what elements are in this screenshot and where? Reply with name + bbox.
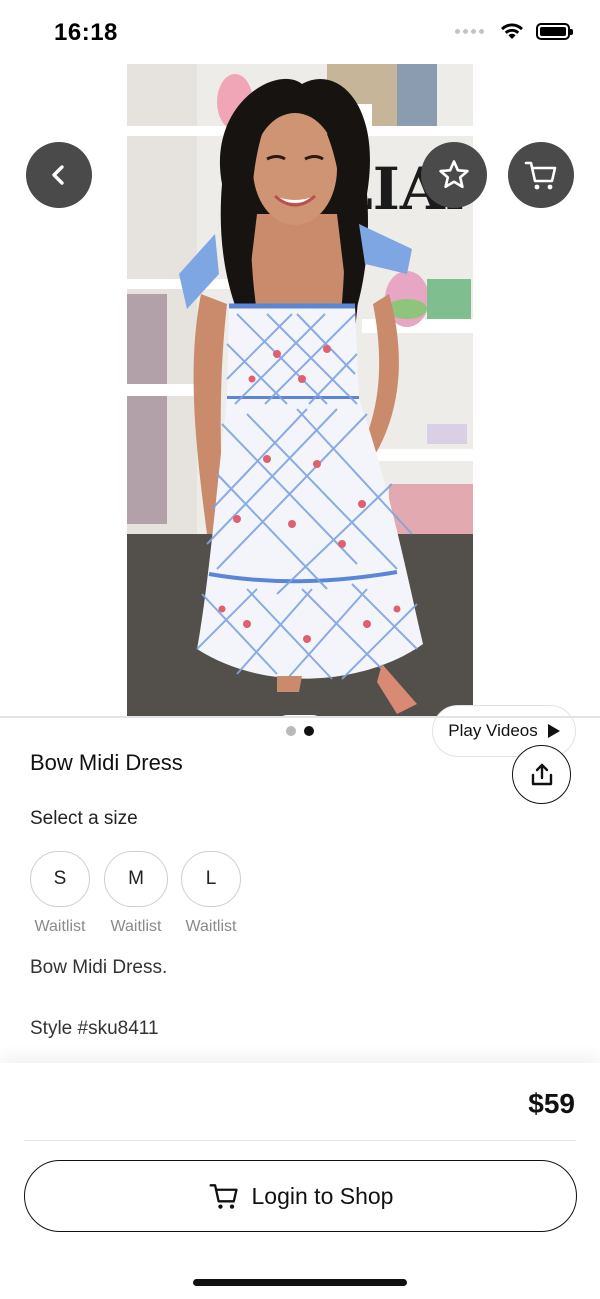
star-icon (439, 160, 469, 189)
chevron-left-icon (52, 165, 64, 185)
battery-icon (536, 22, 573, 40)
size-option-l: L Waitlist (180, 851, 242, 936)
pager-dot-active[interactable] (304, 726, 314, 736)
status-bar: 16:18 (0, 0, 600, 64)
login-to-shop-label: Login to Shop (251, 1182, 394, 1209)
size-status-m: Waitlist (110, 918, 162, 935)
size-prompt: Select a size (30, 808, 138, 829)
status-time: 16:18 (54, 19, 118, 46)
cart-button[interactable] (508, 142, 574, 208)
product-title: Bow Midi Dress (30, 750, 183, 775)
login-to-shop-button[interactable]: Login to Shop (24, 1160, 577, 1232)
product-photo: LIAN (127, 64, 473, 716)
product-price: $59 (528, 1088, 575, 1119)
play-videos-label: Play Videos (448, 721, 538, 740)
hero-divider (0, 716, 600, 718)
cart-icon (209, 1184, 238, 1209)
size-option-s: S Waitlist (29, 851, 91, 936)
favorite-button[interactable] (421, 142, 487, 208)
wifi-icon (501, 23, 523, 39)
play-icon (547, 724, 560, 738)
purchase-footer: $59 Login to Shop (0, 1063, 600, 1299)
size-selector: S Waitlist M Waitlist L Waitlist (29, 851, 242, 936)
size-button-s[interactable]: S (30, 851, 90, 907)
product-description: Bow Midi Dress. (30, 957, 168, 978)
size-status-s: Waitlist (34, 918, 86, 935)
size-option-m: M Waitlist (103, 851, 169, 936)
footer-divider (24, 1140, 576, 1141)
back-button[interactable] (26, 142, 92, 208)
cellular-signal-icon (455, 28, 484, 34)
home-indicator[interactable] (193, 1279, 407, 1286)
size-button-l[interactable]: L (181, 851, 241, 907)
size-button-m[interactable]: M (104, 851, 168, 907)
product-gallery[interactable]: LIAN (0, 64, 600, 757)
pager-dot[interactable] (286, 726, 296, 736)
share-icon (531, 763, 552, 785)
product-style-number: Style #sku8411 (30, 1018, 159, 1039)
size-status-l: Waitlist (185, 918, 237, 935)
cart-icon (524, 161, 557, 190)
share-button[interactable] (512, 745, 571, 804)
status-icons (455, 22, 573, 40)
gallery-pager[interactable] (272, 715, 328, 747)
